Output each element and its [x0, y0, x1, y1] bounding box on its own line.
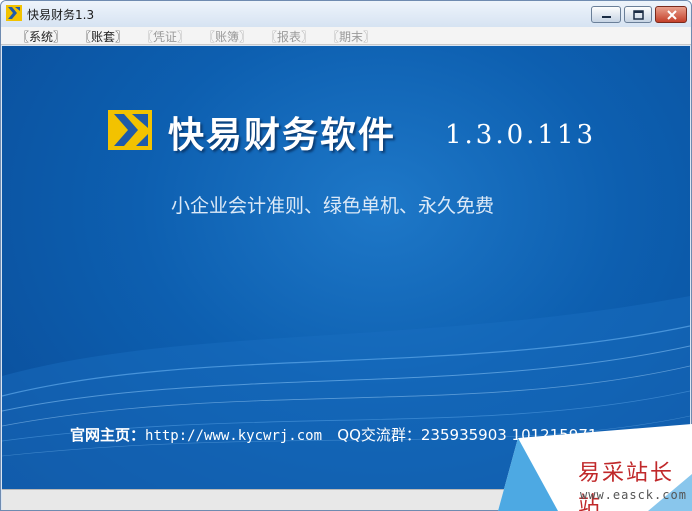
homepage-label: 官网主页：	[70, 426, 146, 444]
menu-reports[interactable]: 〖报表〗	[265, 28, 313, 45]
product-name: 快易财务软件	[168, 115, 397, 156]
close-icon	[667, 10, 677, 20]
menu-ledger[interactable]: 〖账簿〗	[203, 28, 251, 45]
title-bar[interactable]: 快易财务1.3	[1, 1, 691, 27]
minimize-button[interactable]	[591, 6, 621, 23]
menu-bar: 〖系统〗 〖账套〗 〖凭证〗 〖账簿〗 〖报表〗 〖期末〗	[1, 27, 691, 45]
watermark-text: 易采站长站	[578, 461, 675, 511]
tagline: 小企业会计准则、绿色单机、永久免费	[171, 195, 495, 217]
product-logo-icon	[108, 110, 152, 150]
maximize-icon	[633, 10, 644, 20]
menu-account-set[interactable]: 〖账套〗	[79, 28, 127, 45]
minimize-icon	[602, 16, 611, 18]
qq-group-label: QQ交流群：	[337, 426, 421, 444]
menu-system[interactable]: 〖系统〗	[17, 28, 65, 45]
maximize-button[interactable]	[624, 6, 652, 23]
close-button[interactable]	[655, 6, 687, 23]
version-number: 1.3.0.113	[445, 120, 597, 150]
homepage-link[interactable]: http://www.kycwrj.com	[145, 428, 322, 444]
app-logo-icon	[6, 5, 22, 21]
menu-voucher[interactable]: 〖凭证〗	[141, 28, 189, 45]
window-title: 快易财务1.3	[27, 8, 95, 22]
menu-period-end[interactable]: 〖期末〗	[327, 28, 375, 45]
watermark-url: www.easck.com	[580, 488, 687, 502]
